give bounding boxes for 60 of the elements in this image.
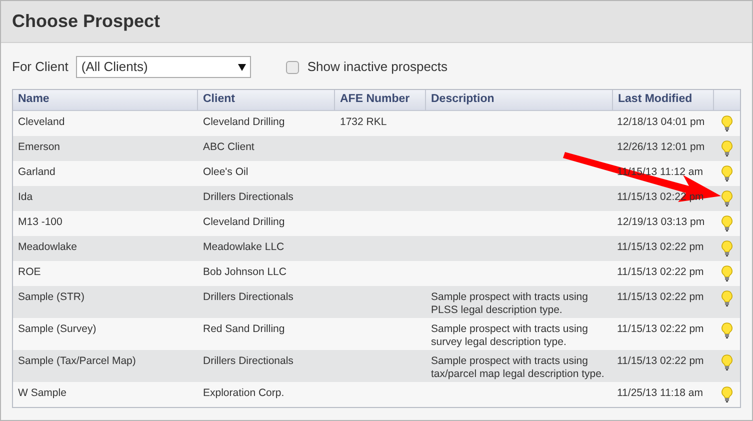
table-cell: 1732 RKL <box>340 116 387 128</box>
table-cell: 11/15/13 02:22 pm <box>617 355 704 367</box>
lightbulb-icon[interactable] <box>721 115 733 132</box>
table-cell: Sample prospect with tracts using tax/parcel map legal description type. <box>431 355 604 380</box>
table-cell: ABC Client <box>203 141 254 153</box>
lightbulb-icon[interactable] <box>721 386 733 403</box>
lightbulb-icon[interactable] <box>721 215 733 232</box>
table-cell: Cleveland Drilling <box>203 216 285 228</box>
table-cell: Sample prospect with tracts using PLSS legal description type. <box>431 291 588 316</box>
column-header[interactable]: AFE Number <box>335 90 426 110</box>
lightbulb-icon[interactable] <box>721 265 733 282</box>
table-cell: Bob Johnson LLC <box>203 266 286 278</box>
table-cell: Drillers Directionals <box>203 355 294 367</box>
table-cell: Red Sand Drilling <box>203 323 285 335</box>
table-cell: Olee's Oil <box>203 166 248 178</box>
lightbulb-icon[interactable] <box>721 240 733 257</box>
column-header[interactable]: Client <box>198 90 335 110</box>
table-cell: Sample prospect with tracts using survey legal description type. <box>431 323 588 348</box>
lightbulb-icon[interactable] <box>721 165 733 182</box>
table-cell: ROE <box>18 266 41 278</box>
table-cell: Sample (Survey) <box>18 323 96 335</box>
table-cell: Exploration Corp. <box>203 387 284 399</box>
table-cell: Emerson <box>18 141 60 153</box>
table-cell: Ida <box>18 191 33 203</box>
table-cell: Garland <box>18 166 56 178</box>
client-dropdown[interactable]: (All Clients) <box>76 56 252 78</box>
lightbulb-icon[interactable] <box>721 322 733 339</box>
column-header[interactable]: Description <box>426 90 613 110</box>
table-cell: Cleveland Drilling <box>203 116 285 128</box>
lightbulb-icon[interactable] <box>721 354 733 371</box>
table-cell: Drillers Directionals <box>203 191 294 203</box>
table-cell: Cleveland <box>18 116 65 128</box>
table-row[interactable]: Meadowlake Meadowlake LLC 11/15/13 02:22 pm <box>13 236 740 261</box>
column-header[interactable]: Last Modified <box>613 90 714 110</box>
table-cell: 11/15/13 02:22 pm <box>617 323 704 335</box>
table-cell: 11/25/13 11:18 am <box>617 387 704 399</box>
page-title: Choose Prospect <box>12 10 160 33</box>
table-cell: Meadowlake LLC <box>203 241 284 253</box>
column-header[interactable]: Name <box>13 90 198 110</box>
table-cell: Sample (Tax/Parcel Map) <box>18 355 136 367</box>
table-cell: 12/19/13 03:13 pm <box>617 216 705 228</box>
table-cell: M13 -100 <box>18 216 62 228</box>
lightbulb-icon[interactable] <box>721 290 733 307</box>
table-cell: 12/26/13 12:01 pm <box>617 141 705 153</box>
table-row[interactable]: Sample (STR) Drillers Directionals Sample prospect with tracts using PLSS legal description type. 11/15/13 02:22 pm <box>13 286 740 318</box>
table-cell: Meadowlake <box>18 241 77 253</box>
client-label: For Client <box>12 58 68 76</box>
table-cell: Sample (STR) <box>18 291 85 303</box>
caret-icon <box>238 64 246 70</box>
table-row[interactable]: Emerson ABC Client 12/26/13 12:01 pm <box>13 136 740 161</box>
table-row[interactable]: Sample (Tax/Parcel Map) Drillers Directionals Sample prospect with tracts using tax/parcel map legal description type. 11/15/13 02:22 pm <box>13 350 740 382</box>
table-cell: 11/15/13 02:22 pm <box>617 266 704 278</box>
table-cell: Drillers Directionals <box>203 291 294 303</box>
lightbulb-icon[interactable] <box>721 140 733 157</box>
lightbulb-icon[interactable] <box>721 190 733 207</box>
checkbox-label: Show inactive prospects <box>307 58 448 76</box>
table-cell: 12/18/13 04:01 pm <box>617 116 705 128</box>
table-cell: 11/15/13 02:22 pm <box>617 291 704 303</box>
table-cell: W Sample <box>18 387 66 399</box>
table-cell: 11/15/13 02:22 pm <box>617 241 704 253</box>
